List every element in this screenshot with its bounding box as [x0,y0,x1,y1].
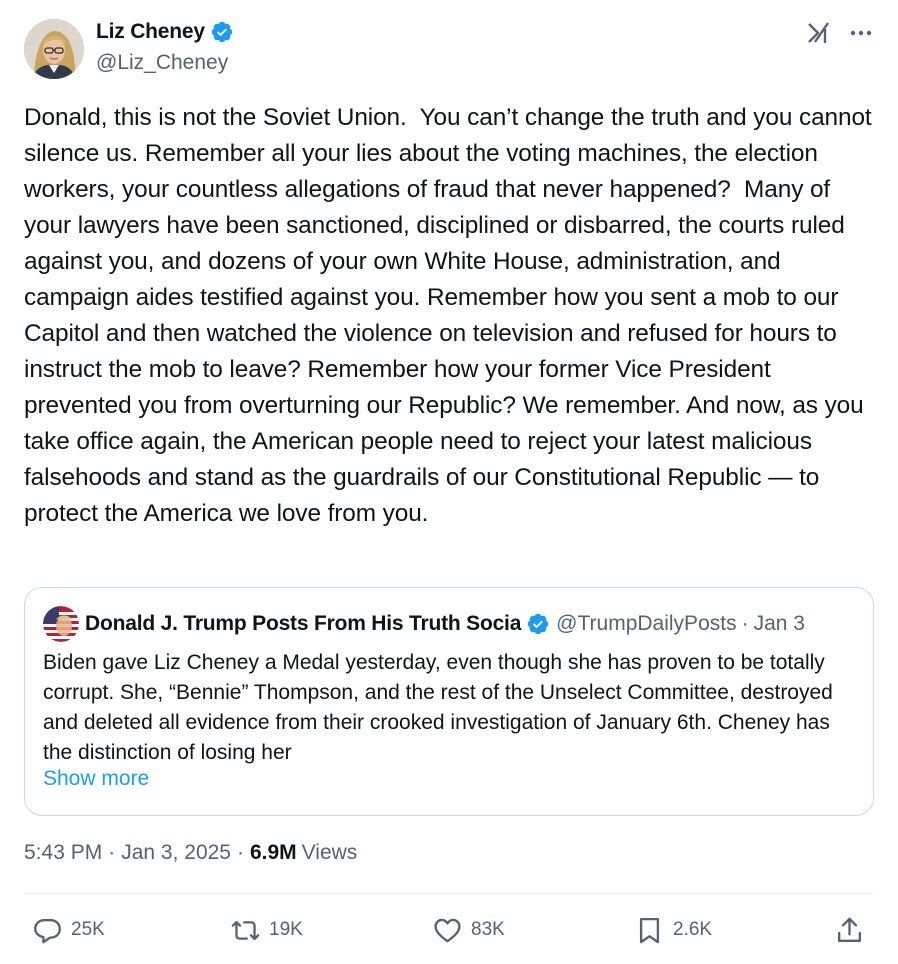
bookmark-count: 2.6K [673,919,713,940]
post-meta: 5:43 PM · Jan 3, 2025 · 6.9M Views [24,841,357,865]
more-options-icon[interactable] [848,20,874,46]
author-name[interactable]: Liz Cheney [96,20,205,44]
share-button[interactable] [834,910,865,950]
avatar-photo-icon [24,19,84,79]
post-date[interactable]: Jan 3, 2025 [121,841,231,865]
quoted-post-date[interactable]: Jan 3 [754,612,805,636]
reply-count: 25K [71,919,105,940]
separator-dot: · [108,841,116,864]
repost-button[interactable]: 19K [230,910,303,950]
quoted-author-name[interactable]: Donald J. Trump Posts From His Truth Soc… [85,612,521,636]
share-icon [838,917,861,942]
views-count[interactable]: 6.9M [250,841,297,865]
tweet-text: Donald, this is not the Soviet Union. Yo… [24,104,879,527]
show-more-link[interactable]: Show more [43,767,149,791]
bookmark-icon [639,917,660,943]
tweet-card: Liz Cheney @Liz_Cheney Donald, this is n… [0,0,898,964]
quoted-author-handle[interactable]: @TrumpDailyPosts [556,612,736,636]
heart-icon [434,918,461,942]
quoted-post-header: Donald J. Trump Posts From His Truth Soc… [43,606,855,642]
author-name-row[interactable]: Liz Cheney [96,20,234,44]
action-bar: 25K 19K 83K 2.6K [24,910,874,950]
verified-badge-icon[interactable] [526,612,550,636]
reply-icon [34,918,61,943]
verified-badge-icon[interactable] [210,20,234,44]
header-actions [806,20,874,46]
author-avatar[interactable] [24,19,84,79]
separator-dot: · [741,612,749,635]
like-count: 83K [471,919,505,940]
views-label[interactable]: Views [302,841,358,865]
repost-icon [231,920,260,940]
repost-count: 19K [269,919,303,940]
quoted-post[interactable]: Donald J. Trump Posts From His Truth Soc… [24,587,874,816]
post-time[interactable]: 5:43 PM [24,841,102,865]
author-handle[interactable]: @Liz_Cheney [96,51,228,75]
quoted-author-avatar[interactable] [43,606,79,642]
flag-avatar-icon [43,606,79,642]
like-button[interactable]: 83K [432,910,505,950]
separator-dot: · [236,841,244,864]
quoted-post-text: Biden gave Liz Cheney a Medal yesterday,… [43,651,839,764]
divider [24,893,874,894]
grok-icon[interactable] [806,20,832,46]
reply-button[interactable]: 25K [32,910,105,950]
bookmark-button[interactable]: 2.6K [634,910,712,950]
